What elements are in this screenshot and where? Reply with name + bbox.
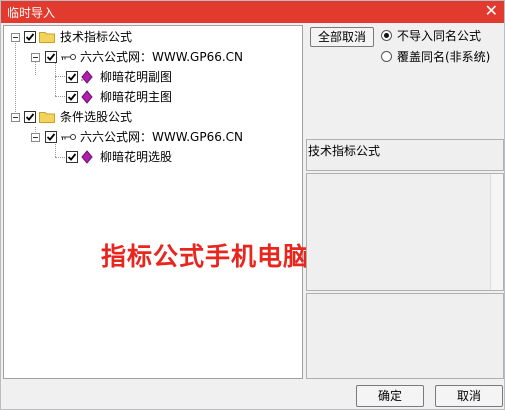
group-checkbox[interactable] [24,111,36,123]
collapse-icon[interactable] [31,53,40,62]
clear-all-button[interactable]: 全部取消 [310,27,374,47]
formula-icon [81,70,93,84]
tree-node-group[interactable]: 条件选股公式 [4,108,302,126]
info-label: 技术指标公式 [308,144,381,158]
key-icon [61,134,76,140]
collapse-icon[interactable] [11,113,20,122]
cancel-button[interactable]: 取消 [435,385,503,407]
tree-node-group[interactable]: 技术指标公式 [4,28,302,46]
group-label: 技术指标公式 [60,30,133,44]
formula-checkbox[interactable] [66,151,78,163]
tree-node-formula[interactable]: 柳暗花明主图 [4,88,302,106]
formula-checkbox[interactable] [66,71,78,83]
source-label: 六六公式网：WWW.GP66.CN [80,130,244,144]
tree-node-source[interactable]: 六六公式网：WWW.GP66.CN [4,128,302,146]
radio-label[interactable]: 不导入同名公式 [397,27,481,44]
key-icon [61,54,76,60]
collapse-icon[interactable] [31,133,40,142]
group-label: 条件选股公式 [60,110,133,124]
folder-icon [39,32,55,43]
formula-tree[interactable]: 技术指标公式 六六公式网：WWW.GP66.CN 柳暗花明副图 柳暗花明主图 条… [3,25,303,379]
source-checkbox[interactable] [45,51,57,63]
formula-label: 柳暗花明副图 [100,70,173,84]
import-dialog: 临时导入 ✕ 技术指标公式 六六公式网：WWW.GP66.CN 柳暗花明副图 柳… [0,0,505,410]
group-checkbox[interactable] [24,31,36,43]
formula-icon [81,150,93,164]
radio-overwrite-same-name[interactable] [381,51,392,62]
formula-label: 柳暗花明主图 [100,90,173,104]
ok-button[interactable]: 确定 [356,385,424,407]
detail-box[interactable] [306,293,504,379]
collapse-icon[interactable] [11,33,20,42]
tree-node-formula[interactable]: 柳暗花明选股 [4,148,302,166]
title-bar[interactable]: 临时导入 ✕ [1,1,504,23]
window-title: 临时导入 [7,6,56,20]
scrollbar[interactable] [490,174,503,290]
tree-node-formula[interactable]: 柳暗花明副图 [4,68,302,86]
formula-label: 柳暗花明选股 [100,150,173,164]
source-checkbox[interactable] [45,131,57,143]
description-box[interactable] [306,173,504,291]
formula-checkbox[interactable] [66,91,78,103]
tree-node-source[interactable]: 六六公式网：WWW.GP66.CN [4,48,302,66]
formula-icon [81,90,93,104]
close-icon[interactable]: ✕ [485,2,498,20]
folder-icon [39,112,55,123]
radio-label[interactable]: 覆盖同名(非系统) [397,48,490,65]
source-label: 六六公式网：WWW.GP66.CN [80,50,244,64]
radio-skip-same-name[interactable] [381,30,392,41]
